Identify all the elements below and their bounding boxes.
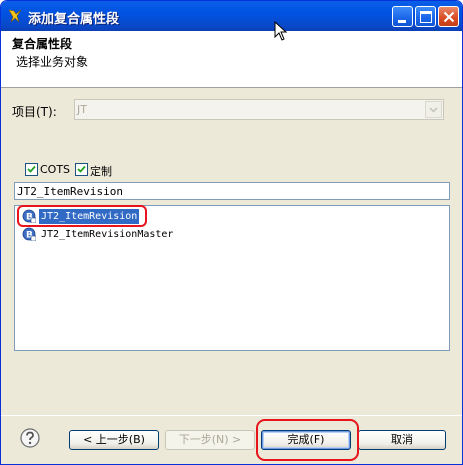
back-button[interactable]: < 上一步(B) [69, 430, 159, 450]
minimize-button[interactable] [392, 6, 413, 27]
list-item[interactable]: B JT2_ItemRevisionMaster [19, 227, 259, 243]
minimize-icon [398, 20, 406, 23]
search-field[interactable] [14, 182, 450, 200]
header-description: 选择业务对象 [16, 55, 89, 69]
add-composite-property-dialog: 添加复合属性段 复合属性段 选择业务对象 项目(T): JT COTS 定制 J… [0, 0, 463, 465]
help-icon[interactable] [20, 428, 40, 448]
cots-checkbox[interactable] [25, 163, 38, 176]
footer-divider [1, 415, 462, 416]
search-input[interactable] [15, 183, 449, 199]
list-item-label: JT2_ItemRevisionMaster [41, 229, 174, 240]
maximize-button[interactable] [415, 6, 436, 27]
custom-checkbox-row[interactable]: 定制 [75, 163, 125, 179]
maximize-icon [420, 11, 432, 23]
cots-label: COTS [40, 163, 71, 176]
cancel-button[interactable]: 取消 [358, 430, 446, 450]
project-combobox-value: JT [77, 103, 87, 116]
project-dropdown-button[interactable] [425, 101, 442, 118]
annotation-highlight-selected-item [17, 205, 147, 227]
next-button[interactable]: 下一步(N) > [165, 430, 255, 450]
project-combobox[interactable]: JT [74, 99, 444, 120]
custom-checkbox[interactable] [75, 163, 88, 176]
mouse-cursor-icon [274, 21, 288, 41]
checkmark-icon [27, 165, 36, 173]
business-object-icon: B [22, 227, 36, 241]
chevron-down-icon [429, 107, 438, 113]
project-label: 项目(T): [12, 105, 57, 119]
header-title: 复合属性段 [12, 37, 73, 51]
checkmark-icon [77, 165, 86, 173]
close-icon [443, 11, 455, 23]
window-title: 添加复合属性段 [28, 12, 120, 27]
dialog-header: 复合属性段 选择业务对象 [1, 31, 462, 88]
custom-label: 定制 [90, 165, 112, 178]
app-icon [8, 9, 22, 23]
title-bar[interactable]: 添加复合属性段 [1, 1, 462, 31]
close-button[interactable] [438, 6, 459, 27]
annotation-highlight-finish-button [256, 419, 359, 461]
